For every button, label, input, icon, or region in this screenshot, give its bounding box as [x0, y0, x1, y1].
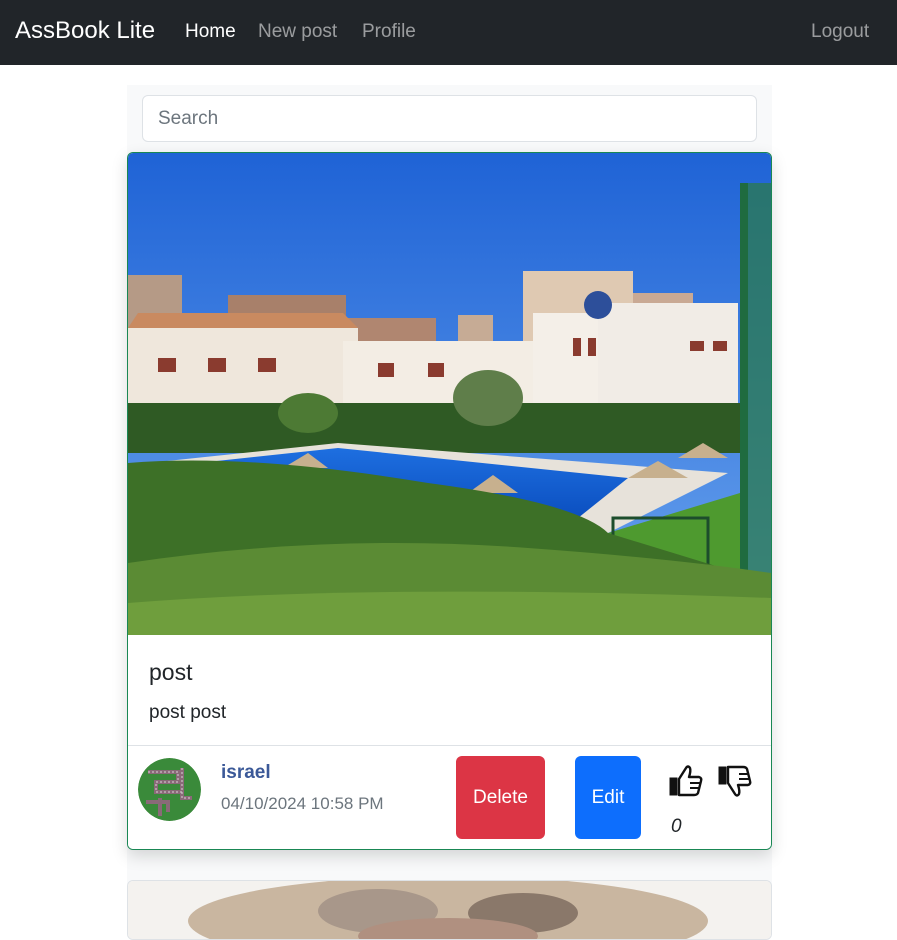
- post-body: post post: [149, 702, 227, 723]
- nav-link-new-post[interactable]: New post: [258, 20, 337, 44]
- delete-button[interactable]: Delete: [456, 756, 545, 839]
- post-timestamp: 04/10/2024 10:58 PM: [221, 794, 384, 813]
- thumbs-up-icon[interactable]: [668, 764, 704, 798]
- post-card: post post post israel 04/10/2024 10:58 P…: [127, 152, 772, 850]
- nav-link-profile[interactable]: Profile: [362, 20, 416, 44]
- thumbs-down-icon[interactable]: [717, 764, 753, 798]
- post-image: [128, 153, 771, 635]
- likes-count: 0: [671, 816, 682, 837]
- post-footer: israel 04/10/2024 10:58 PM Delete Edit 0: [128, 745, 771, 849]
- author-link[interactable]: israel: [221, 762, 271, 784]
- avatar[interactable]: [138, 758, 201, 821]
- brand-logo[interactable]: AssBook Lite: [15, 16, 155, 46]
- edit-button[interactable]: Edit: [575, 756, 641, 839]
- logout-link[interactable]: Logout: [811, 20, 869, 44]
- top-navbar: AssBook Lite Home New post Profile Logou…: [0, 0, 897, 65]
- post-title: post: [149, 659, 193, 685]
- post-card: [127, 880, 772, 940]
- nav-link-home[interactable]: Home: [185, 20, 236, 44]
- search-input[interactable]: [142, 95, 757, 142]
